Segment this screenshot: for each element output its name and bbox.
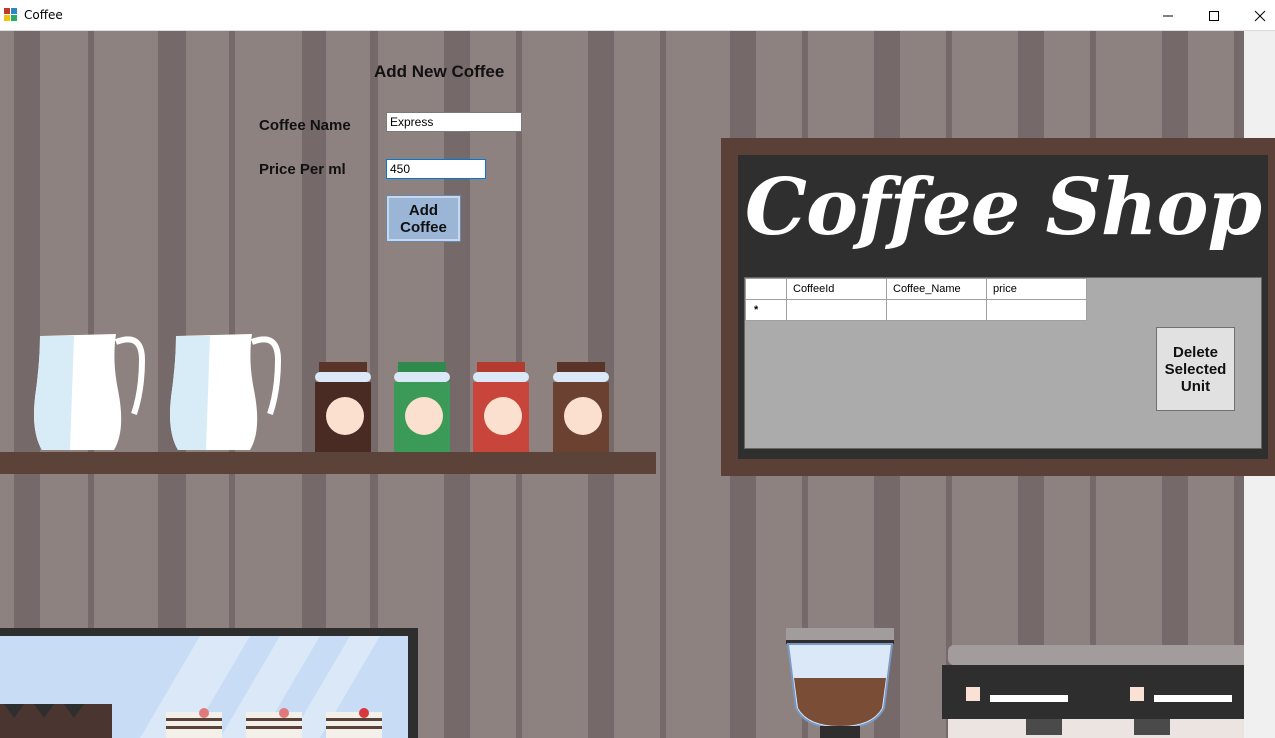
coffee-jar-icon bbox=[315, 362, 371, 452]
close-icon bbox=[1254, 10, 1266, 21]
delete-button-line3: Unit bbox=[1180, 378, 1211, 395]
minimize-icon bbox=[1163, 15, 1173, 16]
coffee-grinder bbox=[786, 628, 894, 738]
grid-cell-coffee-name[interactable] bbox=[886, 299, 987, 321]
delete-button-line1: Delete bbox=[1172, 344, 1219, 361]
coffee-jar-icon bbox=[394, 362, 450, 452]
grid-cell-coffeeid[interactable] bbox=[786, 299, 887, 321]
add-coffee-button-label-line1: Add bbox=[408, 202, 439, 219]
table-row-new: * bbox=[745, 299, 1087, 321]
price-input[interactable] bbox=[386, 159, 486, 179]
coffee-jar-icon bbox=[473, 362, 529, 452]
minimize-button[interactable] bbox=[1145, 0, 1191, 31]
column-header-coffee-name[interactable]: Coffee_Name bbox=[886, 278, 987, 300]
window-title: Coffee bbox=[24, 8, 63, 22]
row-header-corner[interactable] bbox=[745, 278, 787, 300]
column-header-coffeeid[interactable]: CoffeeId bbox=[786, 278, 887, 300]
shelf bbox=[0, 452, 656, 474]
app-icon bbox=[4, 8, 18, 22]
grid-header-row: CoffeeId Coffee_Name price bbox=[745, 278, 1087, 300]
form-heading: Add New Coffee bbox=[374, 62, 505, 81]
column-header-price[interactable]: price bbox=[986, 278, 1087, 300]
price-label: Price Per ml bbox=[259, 161, 346, 178]
pastry-display-case bbox=[0, 628, 418, 738]
add-coffee-button-label-line2: Coffee bbox=[400, 219, 447, 236]
coffee-jar-icon bbox=[553, 362, 609, 452]
title-bar: Coffee bbox=[0, 0, 1275, 31]
new-row-marker[interactable]: * bbox=[745, 299, 787, 321]
add-coffee-button[interactable]: Add Coffee bbox=[386, 195, 461, 242]
espresso-machine bbox=[942, 645, 1244, 738]
milk-pitcher-icon bbox=[170, 334, 282, 450]
close-button[interactable] bbox=[1237, 0, 1275, 31]
maximize-button[interactable] bbox=[1191, 0, 1237, 31]
coffee-name-label: Coffee Name bbox=[259, 117, 351, 134]
grid-cell-price[interactable] bbox=[986, 299, 1087, 321]
milk-pitcher-icon bbox=[34, 334, 146, 450]
grid-table: CoffeeId Coffee_Name price * bbox=[745, 278, 1087, 321]
maximize-icon bbox=[1209, 10, 1219, 21]
delete-button-line2: Selected bbox=[1164, 361, 1227, 378]
delete-selected-unit-button[interactable]: Delete Selected Unit bbox=[1156, 327, 1235, 411]
coffee-name-input[interactable] bbox=[386, 112, 522, 132]
board-title: Coffee Shop bbox=[744, 162, 1262, 253]
